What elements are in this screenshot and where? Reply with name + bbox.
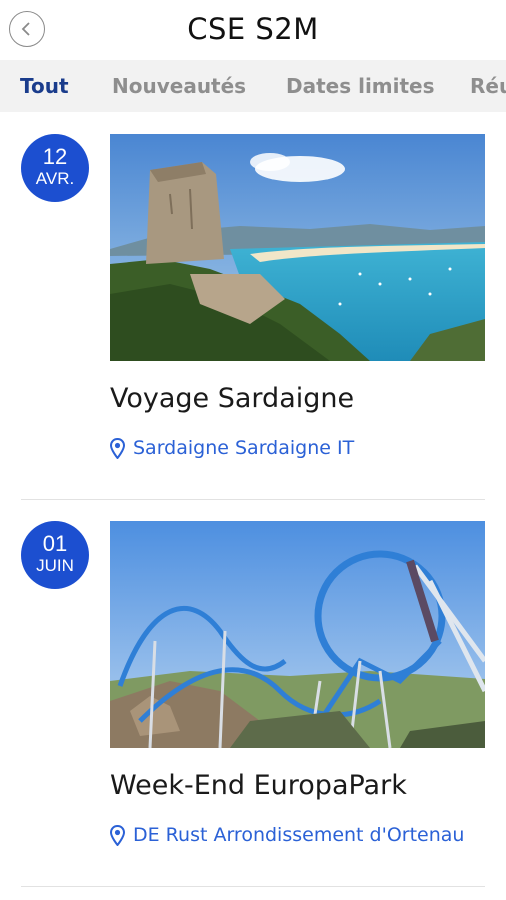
date-badge: 12 AVR. [21, 134, 89, 202]
date-badge: 01 JUIN [21, 521, 89, 589]
event-location[interactable]: Sardaigne Sardaigne IT [110, 437, 354, 459]
map-pin-icon [110, 824, 125, 846]
category-tabs: Tout Nouveautés Dates limites Réu [0, 60, 506, 112]
tab-deadlines[interactable]: Dates limites [286, 74, 435, 98]
location-text: DE Rust Arrondissement d'Ortenau [133, 824, 465, 846]
location-text: Sardaigne Sardaigne IT [133, 437, 355, 459]
date-day: 12 [42, 144, 68, 169]
event-image[interactable] [110, 134, 485, 361]
tab-all[interactable]: Tout [20, 74, 69, 98]
date-month: AVR. [35, 169, 75, 188]
tab-meetings[interactable]: Réu [470, 74, 506, 98]
date-day: 01 [42, 531, 68, 556]
event-location[interactable]: DE Rust Arrondissement d'Ortenau [110, 824, 464, 846]
tab-news[interactable]: Nouveautés [112, 74, 246, 98]
event-title[interactable]: Voyage Sardaigne [110, 383, 354, 414]
app-header: CSE S2M [0, 0, 506, 60]
event-image[interactable] [110, 521, 485, 748]
event-title[interactable]: Week-End EuropaPark [110, 770, 407, 801]
divider [21, 499, 485, 500]
map-pin-icon [110, 437, 125, 459]
page-title: CSE S2M [187, 12, 319, 46]
date-month: JUIN [36, 556, 74, 575]
divider [21, 886, 485, 887]
